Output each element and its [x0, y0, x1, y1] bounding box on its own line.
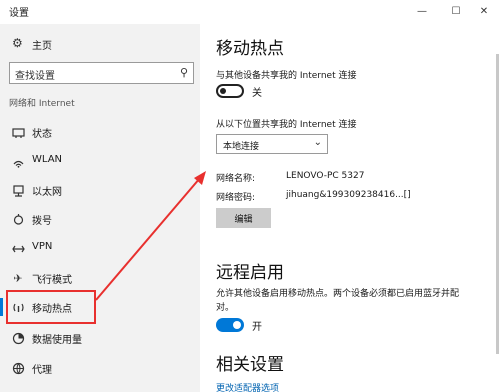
- sidebar-item-proxy[interactable]: 代理: [0, 355, 200, 381]
- vpn-icon: [11, 241, 25, 255]
- remote-toggle-state: 开: [252, 322, 262, 333]
- share-from-select[interactable]: 本地连接 ⌄: [216, 134, 328, 154]
- page-title: 移动热点: [216, 39, 284, 59]
- section-title: 网络和 Internet: [9, 99, 75, 109]
- share-label: 与其他设备共享我的 Internet 连接: [216, 71, 357, 81]
- remote-desc-line2: 对。: [216, 303, 235, 313]
- network-name-value: LENOVO-PC 5327: [286, 171, 365, 181]
- title-bar: 设置 — ☐ ✕: [0, 0, 500, 24]
- search-input[interactable]: 查找设置 ⚲: [9, 62, 194, 84]
- sidebar: ⚙ 主页 查找设置 ⚲ 网络和 Internet 状态 WLAN 以太网 拨号: [0, 24, 200, 392]
- sidebar-item-vpn[interactable]: VPN: [0, 235, 200, 261]
- hotspot-icon: [11, 300, 25, 314]
- status-icon: [11, 125, 25, 139]
- sidebar-item-label: WLAN: [32, 154, 63, 165]
- sidebar-item-airplane[interactable]: ✈ 飞行模式: [0, 265, 200, 291]
- network-password-value: jihuang&199309238416...[]: [286, 190, 411, 200]
- search-placeholder: 查找设置: [15, 71, 55, 82]
- close-button[interactable]: ✕: [470, 0, 498, 22]
- gear-icon: ⚙: [12, 36, 23, 50]
- home-label: 主页: [32, 41, 52, 52]
- sidebar-item-dialup[interactable]: 拨号: [0, 206, 200, 232]
- wifi-icon: [11, 154, 25, 168]
- related-title: 相关设置: [216, 355, 284, 375]
- main-content: 移动热点 与其他设备共享我的 Internet 连接 关 从以下位置共享我的 I…: [200, 24, 500, 392]
- sidebar-item-label: 飞行模式: [32, 275, 72, 286]
- network-name-label: 网络名称:: [216, 174, 256, 184]
- data-usage-icon: [11, 331, 25, 345]
- window-title: 设置: [9, 8, 29, 19]
- sidebar-item-label: 拨号: [32, 216, 52, 227]
- active-indicator: [0, 298, 3, 316]
- toggle-knob: [233, 321, 241, 329]
- sidebar-item-label: VPN: [32, 241, 53, 252]
- adapter-options-link[interactable]: 更改适配器选项: [216, 381, 279, 392]
- sidebar-item-wlan[interactable]: WLAN: [0, 148, 200, 174]
- sidebar-item-hotspot[interactable]: 移动热点: [0, 294, 200, 320]
- remote-title: 远程启用: [216, 263, 284, 283]
- sidebar-item-data-usage[interactable]: 数据使用量: [0, 325, 200, 351]
- airplane-icon: ✈: [13, 271, 23, 285]
- sidebar-item-status[interactable]: 状态: [0, 119, 200, 145]
- edit-button[interactable]: 编辑: [216, 208, 271, 228]
- share-from-label: 从以下位置共享我的 Internet 连接: [216, 120, 357, 130]
- minimize-button[interactable]: —: [408, 0, 436, 22]
- proxy-icon: [11, 361, 25, 375]
- sidebar-home[interactable]: ⚙ 主页: [0, 33, 200, 55]
- chevron-down-icon: ⌄: [313, 137, 322, 148]
- scrollbar[interactable]: [496, 54, 499, 354]
- sidebar-item-label: 数据使用量: [32, 335, 82, 346]
- network-password-label: 网络密码:: [216, 193, 256, 203]
- share-toggle[interactable]: [216, 84, 244, 98]
- dialup-icon: [11, 212, 25, 226]
- sidebar-item-label: 移动热点: [32, 304, 72, 315]
- sidebar-item-ethernet[interactable]: 以太网: [0, 177, 200, 203]
- sidebar-item-label: 状态: [32, 129, 52, 140]
- share-from-value: 本地连接: [223, 142, 260, 152]
- share-toggle-state: 关: [252, 88, 262, 99]
- sidebar-item-label: 代理: [32, 365, 52, 376]
- ethernet-icon: [11, 183, 25, 197]
- search-icon[interactable]: ⚲: [180, 66, 188, 79]
- remote-toggle[interactable]: [216, 318, 244, 332]
- maximize-button[interactable]: ☐: [442, 0, 470, 22]
- toggle-knob: [220, 88, 226, 94]
- remote-desc-line1: 允许其他设备启用移动热点。两个设备必须都已启用蓝牙并配: [216, 289, 460, 299]
- sidebar-item-label: 以太网: [32, 187, 62, 198]
